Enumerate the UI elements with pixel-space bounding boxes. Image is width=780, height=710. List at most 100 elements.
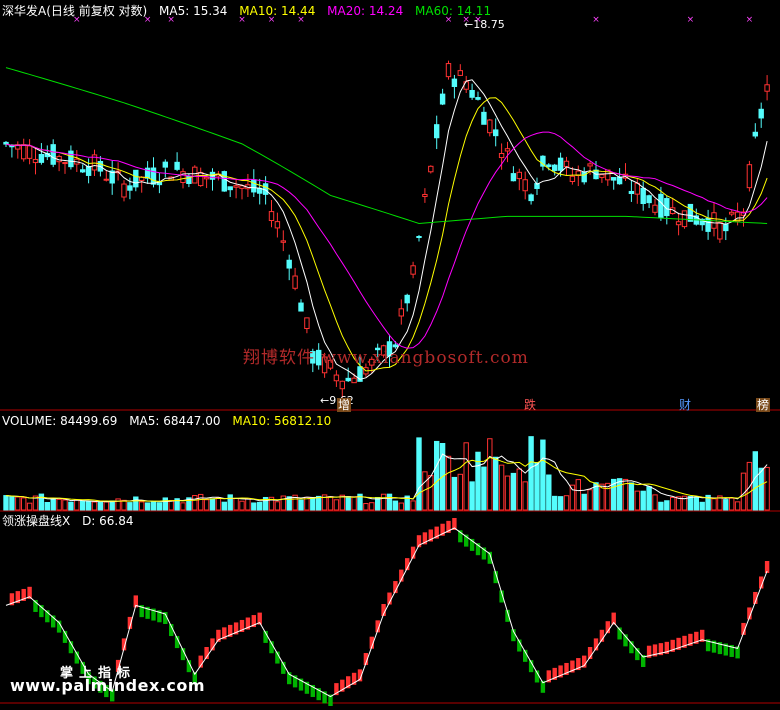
volume-bar <box>68 501 74 511</box>
candle-body <box>280 240 287 243</box>
volume-bar <box>646 486 652 511</box>
volume-bar <box>369 502 375 511</box>
ma60-line <box>5 67 768 224</box>
volume-bar <box>528 436 534 511</box>
candle-body <box>640 187 646 204</box>
volume-bar <box>587 489 593 511</box>
candle-body <box>286 259 292 269</box>
candle-body <box>569 175 576 183</box>
candle-body <box>3 141 9 145</box>
ma5-line <box>5 79 768 380</box>
volume-bar <box>97 501 104 511</box>
candle-body <box>127 185 133 191</box>
volume-bar <box>233 498 239 511</box>
volume-bar <box>605 482 611 511</box>
candle-body <box>746 164 753 189</box>
event-marker-finance[interactable]: 财 <box>678 398 692 412</box>
volume-bar <box>144 502 151 511</box>
candle-body <box>528 194 534 202</box>
candle-body <box>504 148 511 152</box>
volume-bar <box>80 500 86 511</box>
candle-body <box>758 108 764 119</box>
candle-body <box>221 171 228 192</box>
ma5-readout: MA5: 15.34 <box>159 4 228 18</box>
candle-body <box>563 160 570 167</box>
volume-bar <box>522 481 528 511</box>
candle-body <box>475 97 481 100</box>
volume-bar <box>298 499 304 511</box>
volume-panel-header: VOLUME: 84499.69 MA5: 68447.00 MA10: 568… <box>2 414 339 428</box>
candle-body <box>628 190 635 195</box>
candle-body <box>675 221 682 226</box>
volume-bar <box>221 501 228 511</box>
candle-body <box>121 183 127 198</box>
volume-bar <box>699 501 705 511</box>
volume-bar <box>711 498 717 511</box>
volume-bar <box>327 496 334 511</box>
candle-body <box>50 144 56 165</box>
volume-bar <box>109 500 115 511</box>
ma60-readout: MA60: 14.11 <box>415 4 492 18</box>
volume-bar <box>640 490 646 511</box>
candle-body <box>481 111 487 125</box>
ma20-line <box>5 131 768 349</box>
event-marker-increase[interactable]: 增 <box>337 398 352 412</box>
volume-bar <box>56 498 62 511</box>
candle-body <box>26 145 33 159</box>
volume-bar <box>392 500 399 511</box>
candle-body <box>646 195 652 204</box>
ma10-readout: MA10: 14.44 <box>239 4 316 18</box>
volume-bar <box>758 467 764 511</box>
volume-bar <box>386 493 393 511</box>
volume-bar <box>504 475 511 511</box>
volume-bar <box>410 500 416 511</box>
oscillator-name: 领涨操盘线X <box>2 514 71 528</box>
volume-bar <box>26 502 33 511</box>
candle-body <box>457 70 464 76</box>
candle-body <box>80 169 86 173</box>
volume-bar <box>670 496 676 511</box>
volume-bar <box>50 498 56 511</box>
volume-bar <box>133 496 139 511</box>
volume-bar <box>245 498 251 511</box>
site-logo-url: www.palmindex.com <box>10 676 206 695</box>
candle-body <box>292 275 298 289</box>
stock-title: 深华发A(日线 前复权 对数) <box>2 4 148 18</box>
candle-body <box>658 193 664 219</box>
volume-bar <box>664 500 670 511</box>
volume-bar <box>227 494 233 511</box>
candle-body <box>634 182 640 195</box>
event-marker-drop[interactable]: 跌 <box>523 398 537 412</box>
volume-bar <box>257 501 263 511</box>
candle-body <box>162 161 169 168</box>
candle-body <box>203 176 210 180</box>
volume-bar <box>729 497 735 511</box>
volume-bar <box>575 479 581 511</box>
volume-bar <box>510 472 517 511</box>
volume-bar <box>316 495 322 511</box>
candle-body <box>404 294 410 304</box>
watermark: 翔博软件 www.xiangbosoft.com <box>243 348 529 368</box>
candle-body <box>85 166 92 176</box>
volume-bar <box>180 502 186 511</box>
event-marker-ranking[interactable]: 榜 <box>756 398 771 412</box>
volume-bar <box>398 502 405 511</box>
candle-body <box>227 186 233 191</box>
high-price-label: ←18.75 <box>464 18 505 31</box>
volume-bar <box>487 438 493 511</box>
chart-stage[interactable]: × × × × × × × × × × × × 深华发A(日线 前复权 对数) MA5: 15.34 … <box>0 0 780 707</box>
volume-bar <box>9 495 15 511</box>
volume-bar <box>15 496 21 511</box>
candle-body <box>32 158 39 164</box>
volume-bar <box>310 497 316 511</box>
candle-body <box>522 179 528 192</box>
volume-bar <box>658 501 664 511</box>
volume-bar <box>498 464 505 511</box>
volume-bar <box>628 482 635 511</box>
volume-bar <box>21 497 27 511</box>
volume-bar <box>493 456 499 511</box>
candle-body <box>268 211 275 222</box>
candle-body <box>304 317 310 330</box>
volume-bar <box>723 499 729 511</box>
candle-body <box>599 174 605 178</box>
